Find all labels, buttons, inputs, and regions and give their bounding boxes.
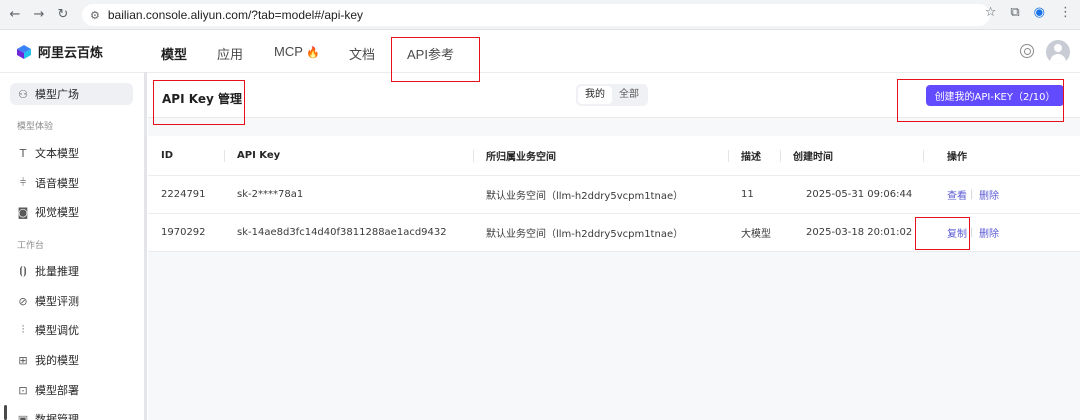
sidebar-item-model-square[interactable]: ⚇ 模型广场 (10, 83, 133, 105)
sidebar-item-label: 批量推理 (35, 265, 79, 278)
table-header: ID API Key 所归属业务空间 描述 创建时间 操作 (148, 136, 1080, 176)
column-divider (473, 150, 474, 162)
cell-id: 2224791 (161, 189, 206, 200)
sidebar-item-model-deploy[interactable]: ⊡ 模型部署 (10, 379, 133, 401)
batch-icon: ⦗⦘ (19, 264, 27, 277)
highlight-page-title (153, 80, 245, 125)
sidebar-item-model-tuning[interactable]: ⫶ 模型调优 (10, 319, 133, 341)
sidebar-item-data-manage[interactable]: ▣ 数据管理 (10, 408, 133, 420)
sidebar-item-label: 我的模型 (35, 354, 79, 367)
cell-api-key: sk-14ae8d3fc14d40f3811288ae1acd9432 (237, 227, 447, 238)
highlight-api-reference-tab (391, 37, 480, 82)
tab-apps[interactable]: 应用 (217, 44, 243, 63)
filter-mine[interactable]: 我的 (578, 86, 612, 104)
highlight-copy-action (915, 217, 970, 250)
compass-icon: ⊘ (18, 294, 28, 308)
sidebar-item-label: 语音模型 (35, 177, 79, 190)
camera-icon: ◙ (17, 205, 29, 219)
column-divider (923, 150, 924, 162)
view-link[interactable]: 查看 (947, 187, 967, 202)
sidebar-item-label: 模型部署 (35, 384, 79, 397)
header-description: 描述 (741, 152, 761, 163)
action-separator: | (970, 189, 974, 200)
tab-model[interactable]: 模型 (161, 44, 187, 63)
app-top-nav: 阿里云百炼 模型 应用 MCP 🔥 文档 API参考 (0, 31, 1080, 73)
sidebar-item-label: 视觉模型 (35, 206, 79, 219)
data-icon: ▣ (17, 412, 29, 420)
grid-icon: ⊞ (18, 353, 28, 367)
cell-created: 2025-03-18 20:01:02 (806, 227, 913, 238)
sidebar-item-label: 模型评测 (35, 295, 79, 308)
logo-icon (17, 44, 31, 59)
sidebar-item-vision-model[interactable]: ◙ 视觉模型 (10, 201, 133, 223)
sidebar-item-label: 数据管理 (35, 413, 79, 420)
back-icon[interactable]: ← (6, 6, 24, 24)
sidebar-item-my-models[interactable]: ⊞ 我的模型 (10, 349, 133, 371)
settings-icon[interactable] (1020, 44, 1034, 58)
profile-icon[interactable]: ◉ (1034, 5, 1045, 20)
sidebar-item-text-model[interactable]: T 文本模型 (10, 142, 133, 164)
reload-icon[interactable]: ↻ (54, 6, 72, 24)
header-api-key: API Key (237, 150, 281, 161)
sidebar-item-label: 文本模型 (35, 147, 79, 160)
sidebar-item-batch-inference[interactable]: ⦗⦘ 批量推理 (10, 260, 133, 282)
fire-icon: 🔥 (306, 47, 320, 59)
browser-toolbar: ← → ↻ ⚙ bailian.console.aliyun.com/?tab=… (0, 0, 1080, 30)
tab-mcp[interactable]: MCP 🔥 (274, 44, 320, 59)
delete-link[interactable]: 删除 (979, 225, 999, 240)
sidebar-item-label: 模型调优 (35, 324, 79, 337)
sidebar-scrollbar[interactable] (4, 405, 7, 420)
sidebar: ⚇ 模型广场 模型体验 T 文本模型 ⫩ 语音模型 ◙ 视觉模型 工作台 ⦗⦘ … (0, 74, 145, 420)
sidebar-divider (144, 72, 147, 420)
table-row: 2224791 sk-2****78a1 默认业务空间（llm-h2ddry5v… (148, 176, 1080, 214)
highlight-create-button (897, 79, 1064, 122)
sparkle-icon: ⚇ (18, 87, 28, 101)
delete-link[interactable]: 删除 (979, 187, 999, 202)
sidebar-item-model-eval[interactable]: ⊘ 模型评测 (10, 290, 133, 312)
cell-api-key: sk-2****78a1 (237, 189, 304, 200)
cell-description: 大模型 (741, 229, 771, 240)
header-created: 创建时间 (793, 152, 833, 163)
forward-icon[interactable]: → (30, 6, 48, 24)
action-separator: | (970, 227, 974, 238)
text-icon: T (19, 146, 27, 160)
site-settings-icon[interactable]: ⚙ (90, 9, 100, 22)
cell-workspace: 默认业务空间（llm-h2ddry5vcpm1tnae） (486, 229, 684, 240)
header-actions: 操作 (947, 152, 967, 163)
avatar[interactable] (1046, 40, 1070, 64)
address-bar[interactable]: ⚙ bailian.console.aliyun.com/?tab=model#… (82, 4, 990, 26)
column-divider (780, 150, 781, 162)
sidebar-item-audio-model[interactable]: ⫩ 语音模型 (10, 172, 133, 194)
tune-icon: ⫶ (21, 323, 25, 336)
column-divider (728, 150, 729, 162)
filter-all[interactable]: 全部 (612, 86, 646, 104)
logo-text: 阿里云百炼 (38, 46, 104, 61)
scope-filter: 我的 全部 (576, 84, 648, 106)
sidebar-section-title: 工作台 (17, 241, 45, 251)
browser-menu-icon[interactable]: ⋮ (1059, 5, 1072, 20)
cell-id: 1970292 (161, 227, 206, 238)
bookmark-star-icon[interactable]: ☆ (985, 5, 997, 20)
audio-icon: ⫩ (19, 176, 27, 189)
cell-description: 11 (741, 189, 754, 200)
cell-workspace: 默认业务空间（llm-h2ddry5vcpm1tnae） (486, 191, 684, 202)
extensions-icon[interactable]: ⧉ (1010, 5, 1019, 20)
header-id: ID (161, 150, 174, 161)
url-text: bailian.console.aliyun.com/?tab=model#/a… (107, 8, 364, 22)
header-workspace: 所归属业务空间 (486, 152, 556, 163)
app-logo[interactable]: 阿里云百炼 (16, 42, 103, 61)
sidebar-item-label: 模型广场 (35, 88, 79, 101)
cell-created: 2025-05-31 09:06:44 (806, 189, 913, 200)
deploy-icon: ⊡ (18, 383, 28, 397)
tab-docs[interactable]: 文档 (349, 44, 375, 63)
tab-mcp-label: MCP (274, 44, 303, 59)
sidebar-section-title: 模型体验 (17, 122, 54, 132)
column-divider (224, 150, 225, 162)
